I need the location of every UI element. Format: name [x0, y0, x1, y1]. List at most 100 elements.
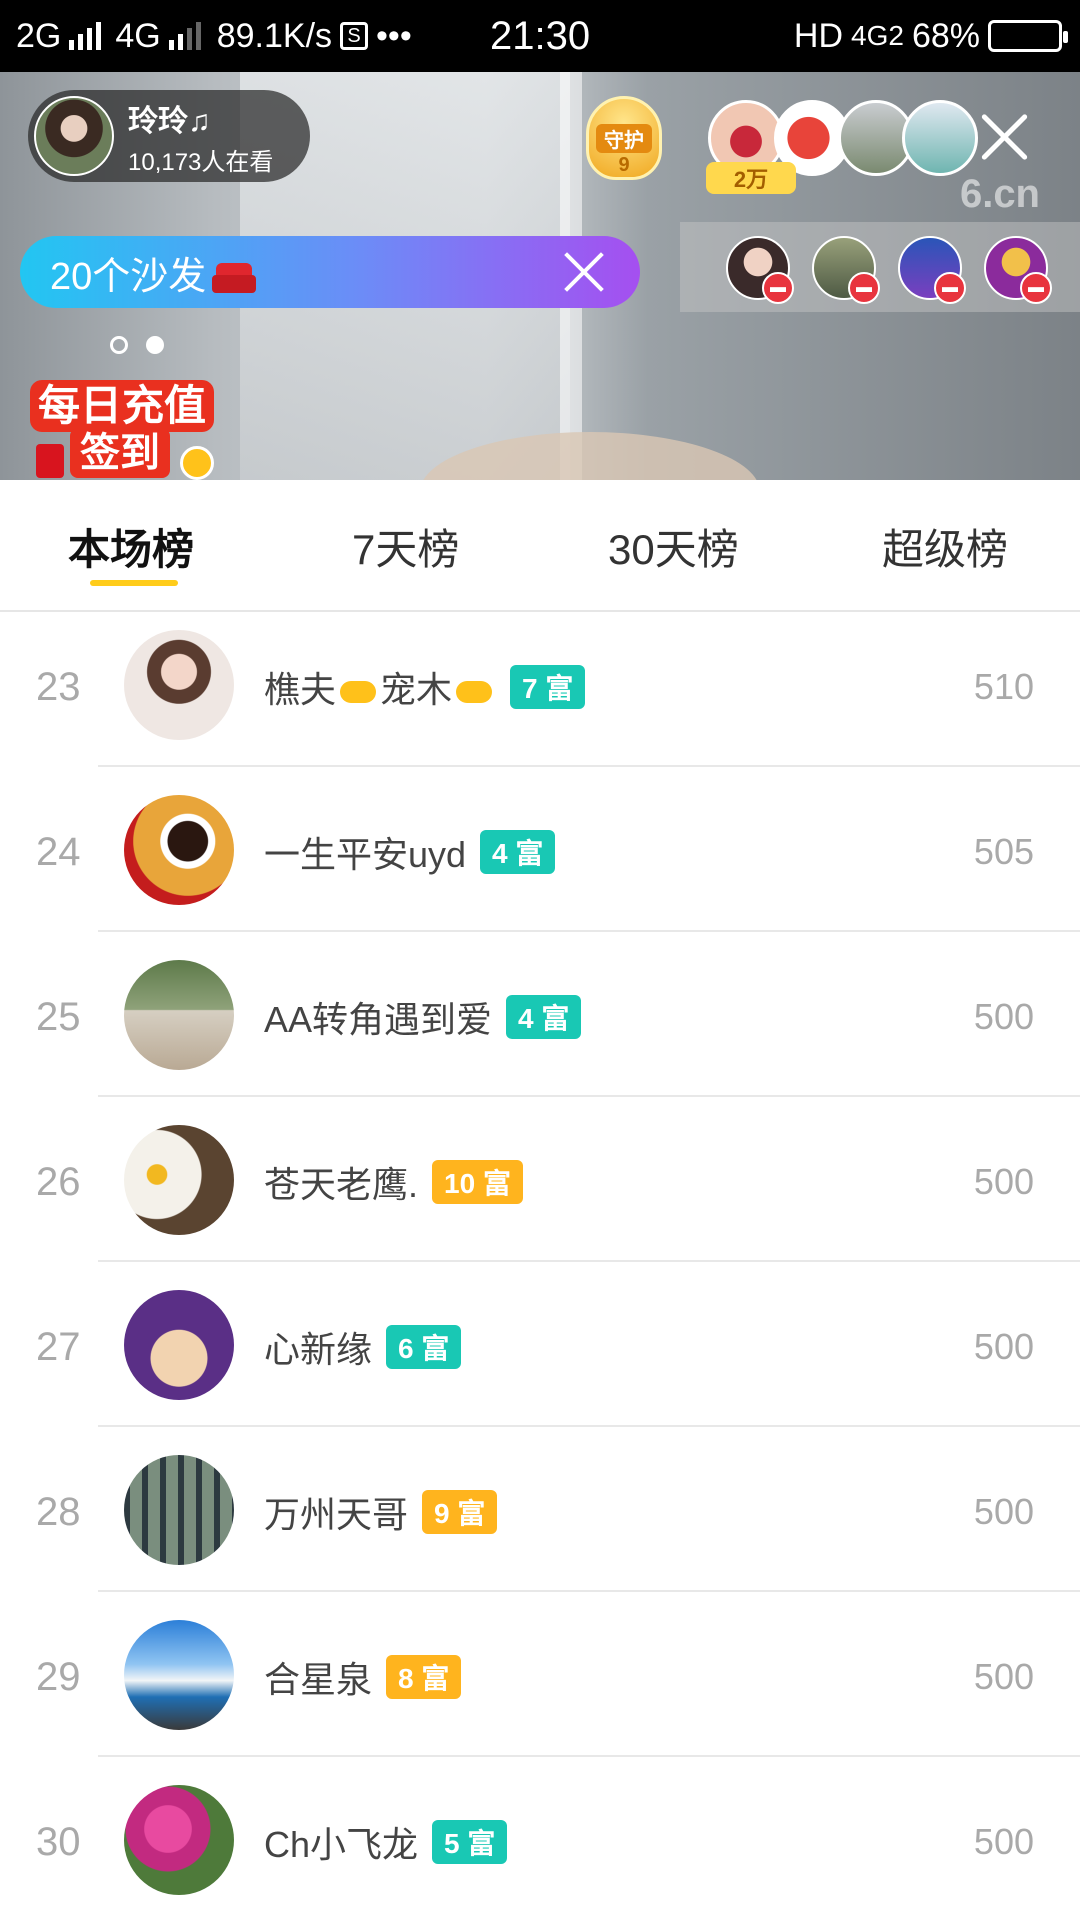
row-divider: [98, 1590, 1080, 1592]
watermark-logo: 6.cn: [959, 172, 1040, 216]
carousel-dot-1[interactable]: [110, 336, 128, 354]
list-item[interactable]: 28 万州天哥 9 富 500: [0, 1437, 1080, 1602]
user-avatar[interactable]: [124, 1455, 234, 1565]
battery-icon: [988, 20, 1068, 52]
user-name-wrap: 一生平安uyd 4 富: [264, 777, 556, 927]
user-avatar[interactable]: [124, 630, 234, 740]
sofa-seat-4[interactable]: ▬: [984, 236, 1052, 304]
guard-count: 9: [618, 154, 630, 176]
user-avatar[interactable]: [124, 1290, 234, 1400]
sofa-icon: ▬: [934, 272, 966, 304]
list-item[interactable]: 29 合星泉 8 富 500: [0, 1602, 1080, 1767]
user-name: 一生平安uyd: [264, 834, 467, 875]
list-item[interactable]: 25 AA转角遇到爱 4 富 500: [0, 942, 1080, 1107]
pointing-hand-icon: [340, 681, 377, 704]
wealth-level-badge: 9 富: [422, 1490, 498, 1534]
sofa-icon: ▬: [1020, 272, 1052, 304]
user-name: Ch小飞龙: [264, 1824, 419, 1865]
user-name: 心新缘: [264, 1329, 373, 1370]
host-name: 玲玲♫: [128, 104, 211, 138]
guard-label: 守护: [596, 124, 652, 153]
daily-recharge-promo[interactable]: 每日充值 签到: [30, 380, 226, 480]
contribution-score: 505: [973, 831, 1034, 872]
user-avatar[interactable]: [124, 960, 234, 1070]
coin-icon: [180, 446, 214, 480]
network-4g-label: 4G: [115, 16, 161, 55]
user-avatar[interactable]: [124, 1125, 234, 1235]
banner-text: 20个沙发: [50, 245, 257, 300]
network-4g2-label: 4G2: [851, 20, 904, 51]
user-name-wrap: AA转角遇到爱 4 富: [264, 942, 582, 1092]
tab-super[interactable]: 超级榜: [882, 516, 1008, 577]
tab-7-days[interactable]: 7天榜: [352, 516, 459, 577]
tab-current-show[interactable]: 本场榜: [68, 516, 194, 577]
host-avatar[interactable]: [34, 96, 114, 176]
guard-badge[interactable]: 守护 9: [576, 96, 672, 188]
battery-percent: 68%: [911, 16, 980, 55]
list-item[interactable]: 27 心新缘 6 富 500: [0, 1272, 1080, 1437]
tab-30-days[interactable]: 30天榜: [608, 516, 739, 577]
contribution-score: 500: [973, 1821, 1034, 1862]
user-name-wrap: 心新缘 6 富: [264, 1272, 462, 1422]
user-name: 合星泉: [264, 1659, 373, 1700]
contribution-score: 500: [973, 1161, 1034, 1202]
user-name: 苍天老鹰.: [264, 1164, 419, 1205]
banner-close-icon[interactable]: [562, 250, 606, 294]
wealth-level-badge: 4 富: [480, 830, 556, 874]
network-2g-label: 2G: [16, 16, 62, 55]
status-left: 2G 4G 89.1K/s S •••: [16, 0, 412, 72]
rank-number: 25: [36, 994, 81, 1039]
wealth-level-badge: 5 富: [432, 1820, 508, 1864]
more-notifications-icon: •••: [376, 16, 412, 55]
row-divider: [98, 1755, 1080, 1757]
user-avatar[interactable]: [124, 1785, 234, 1895]
close-icon[interactable]: [978, 110, 1032, 164]
user-name-wrap: 合星泉 8 富: [264, 1602, 462, 1752]
row-divider: [98, 1260, 1080, 1262]
contribution-score: 510: [973, 666, 1034, 707]
network-speed: 89.1K/s: [216, 16, 333, 55]
status-right: HD 4G2 68%: [794, 0, 1068, 72]
row-divider: [98, 930, 1080, 932]
banner-label: 20个沙发: [50, 255, 207, 298]
list-item[interactable]: 30 Ch小飞龙 5 富 500: [0, 1767, 1080, 1920]
promo-line-2: 签到: [70, 428, 170, 478]
sofa-seat-3[interactable]: ▬: [898, 236, 966, 304]
contribution-score: 500: [973, 996, 1034, 1037]
rank-number: 27: [36, 1324, 81, 1369]
clock: 21:30: [490, 13, 591, 58]
contribution-score: 500: [973, 1656, 1034, 1697]
s-app-icon: S: [340, 22, 369, 50]
user-avatar[interactable]: [124, 795, 234, 905]
ranking-tabs: 本场榜 7天榜 30天榜 超级榜: [0, 480, 1080, 612]
user-name: 万州天哥: [264, 1494, 409, 1535]
wealth-level-badge: 8 富: [386, 1655, 462, 1699]
list-item[interactable]: 23 樵夫 宠木 7 富 510: [0, 612, 1080, 777]
sofa-icon: ▬: [762, 272, 794, 304]
promo-line-1: 每日充值: [30, 380, 215, 432]
user-name-part-1: 樵夫: [264, 669, 337, 710]
contribution-score: 500: [973, 1491, 1034, 1532]
fan-avatar-4[interactable]: [902, 100, 978, 176]
rank-number: 29: [36, 1654, 81, 1699]
user-name: AA转角遇到爱: [264, 999, 493, 1040]
wealth-level-badge: 10 富: [432, 1160, 523, 1204]
rank-number: 24: [36, 829, 81, 874]
host-info-pill[interactable]: 玲玲♫ 10,173人在看: [28, 90, 310, 182]
sofa-seat-1[interactable]: ▬: [726, 236, 794, 304]
sofa-banner[interactable]: 20个沙发: [20, 236, 640, 308]
fan-contribution-badge: 2万: [706, 162, 796, 194]
user-name-wrap: 苍天老鹰. 10 富: [264, 1107, 523, 1257]
sofa-icon: ▬: [848, 272, 880, 304]
user-name: 樵夫 宠木: [264, 661, 496, 713]
viewer-count: 10,173人在看: [128, 148, 274, 176]
user-avatar[interactable]: [124, 1620, 234, 1730]
active-tab-indicator: [90, 580, 178, 586]
sofa-seat-2[interactable]: ▬: [812, 236, 880, 304]
list-item[interactable]: 24 一生平安uyd 4 富 505: [0, 777, 1080, 942]
list-item[interactable]: 26 苍天老鹰. 10 富 500: [0, 1107, 1080, 1272]
carousel-dot-2[interactable]: [146, 336, 164, 354]
status-bar: 2G 4G 89.1K/s S ••• 21:30 HD 4G2 68%: [0, 0, 1080, 72]
row-divider: [98, 765, 1080, 767]
rank-number: 28: [36, 1489, 81, 1534]
